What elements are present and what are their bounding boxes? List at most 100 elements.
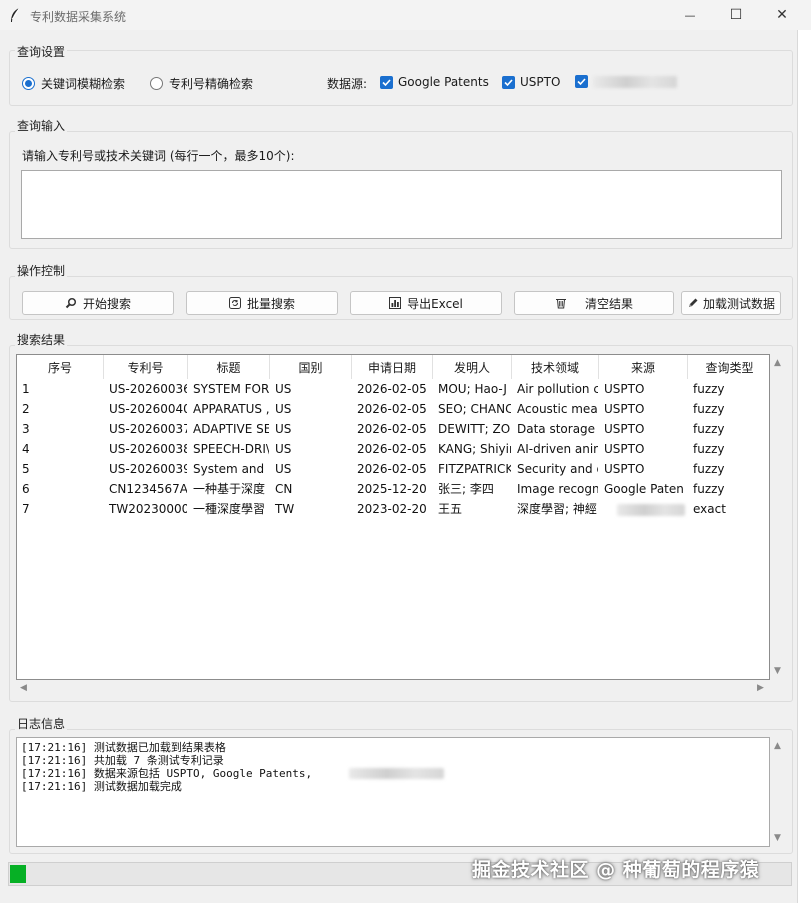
cell-tech-field: 深度學習; 神經 — [517, 502, 597, 516]
cell-patent-no: US-20260040 — [109, 402, 187, 416]
cell-index: 4 — [22, 442, 30, 456]
batch-search-button[interactable]: 批量搜索 — [186, 291, 338, 315]
results-horizontal-scrollbar[interactable]: ◀ ▶ — [16, 680, 770, 696]
radio-fuzzy-indicator[interactable] — [22, 77, 35, 90]
trash-icon — [555, 297, 567, 309]
check-icon[interactable] — [380, 75, 393, 89]
minimize-button[interactable]: — — [667, 0, 713, 30]
query-input-legend: 查询输入 — [15, 117, 68, 134]
column-header-source[interactable]: 来源 — [599, 355, 688, 379]
scroll-down-arrow-icon[interactable]: ▼ — [774, 833, 781, 843]
scroll-right-arrow-icon[interactable]: ▶ — [757, 683, 764, 693]
cell-inventor: 王五 — [438, 502, 463, 516]
load-test-data-button[interactable]: 加载测试数据 — [681, 291, 781, 315]
close-button[interactable]: ✕ — [759, 0, 805, 30]
export-excel-label: 导出Excel — [407, 296, 463, 311]
cell-index: 2 — [22, 402, 30, 416]
cell-query-type: fuzzy — [693, 382, 725, 396]
cell-patent-no: US-20260037 — [109, 422, 187, 436]
column-header-patent-no[interactable]: 专利号 — [104, 355, 188, 379]
column-header-application-date[interactable]: 申请日期 — [352, 355, 433, 379]
cell-patent-no: CN1234567A — [109, 482, 187, 496]
scroll-up-arrow-icon[interactable]: ▲ — [774, 741, 781, 751]
log-line: [17:21:16] 数据来源包括 USPTO, Google Patents, — [21, 767, 313, 780]
cell-index: 6 — [22, 482, 30, 496]
log-textbox[interactable]: [17:21:16] 测试数据已加载到结果表格 [17:21:16] 共加载 7… — [16, 737, 770, 847]
cell-tech-field: Image recogn — [517, 482, 598, 496]
watermark: 掘金技术社区 @ 种葡萄的程序猿 — [472, 859, 760, 881]
redacted-source-label — [593, 75, 677, 88]
source-google-patents-label: Google Patents — [398, 75, 489, 89]
cell-title: System and I — [193, 462, 269, 476]
cell-inventor: KANG; Shiyir — [438, 442, 511, 456]
column-header-tech-field[interactable]: 技术领域 — [512, 355, 599, 379]
check-icon[interactable] — [502, 75, 515, 89]
cell-application-date: 2025-12-20 — [357, 482, 427, 496]
log-vertical-scrollbar[interactable]: ▲ ▼ — [770, 737, 786, 847]
cell-country: TW — [275, 502, 295, 516]
cell-title: ADAPTIVE SE — [193, 422, 269, 436]
results-table[interactable]: 序号 专利号 标题 国别 申请日期 发明人 技术领域 来源 查询类型 1 US-2… — [16, 354, 770, 680]
cell-application-date: 2026-02-05 — [357, 442, 427, 456]
cell-country: US — [275, 402, 292, 416]
pencil-icon — [687, 297, 699, 309]
sources-label: 数据源: — [327, 77, 368, 91]
cell-index: 7 — [22, 502, 30, 516]
export-excel-button[interactable]: 导出Excel — [350, 291, 502, 315]
scroll-down-arrow-icon[interactable]: ▼ — [774, 666, 781, 676]
query-settings-legend: 查询设置 — [15, 43, 68, 60]
background-window-edge — [797, 30, 811, 903]
column-header-title[interactable]: 标题 — [188, 355, 270, 379]
cell-inventor: MOU; Hao-J — [438, 382, 507, 396]
source-redacted[interactable] — [575, 75, 677, 88]
cell-title: 一種深度學習 — [193, 502, 266, 516]
cell-application-date: 2026-02-05 — [357, 382, 427, 396]
cell-source: USPTO — [604, 462, 645, 476]
cell-inventor: SEO; CHANC — [438, 402, 511, 416]
cell-source: USPTO — [604, 402, 645, 416]
maximize-icon: ☐ — [729, 7, 743, 23]
refresh-icon — [228, 297, 241, 309]
cell-country: CN — [275, 482, 293, 496]
column-header-query-type[interactable]: 查询类型 — [688, 355, 769, 379]
search-icon — [65, 297, 77, 309]
column-header-country[interactable]: 国别 — [270, 355, 352, 379]
source-uspto[interactable]: USPTO — [502, 75, 560, 89]
column-header-index[interactable]: 序号 — [17, 355, 104, 379]
results-legend: 搜索结果 — [15, 331, 68, 348]
check-icon[interactable] — [575, 75, 588, 88]
cell-tech-field: Security and d — [517, 462, 598, 476]
start-search-label: 开始搜索 — [82, 296, 131, 311]
log-line: [17:21:16] 测试数据已加载到结果表格 — [21, 741, 226, 754]
load-test-data-label: 加载测试数据 — [702, 296, 775, 311]
scroll-left-arrow-icon[interactable]: ◀ — [20, 683, 27, 693]
close-icon: ✕ — [776, 7, 788, 23]
start-search-button[interactable]: 开始搜索 — [22, 291, 174, 315]
radio-fuzzy[interactable]: 关键词模糊检索 — [22, 75, 125, 92]
redacted-source-cell — [617, 504, 685, 516]
radio-exact-label: 专利号精确检索 — [169, 77, 254, 91]
column-header-inventor[interactable]: 发明人 — [433, 355, 512, 379]
cell-query-type: fuzzy — [693, 422, 725, 436]
clear-results-label: 清空结果 — [584, 296, 633, 311]
clear-results-button[interactable]: 清空结果 — [514, 291, 674, 315]
results-vertical-scrollbar[interactable]: ▲ ▼ — [770, 354, 786, 680]
log-line: [17:21:16] 共加载 7 条测试专利记录 — [21, 754, 224, 767]
radio-exact-indicator[interactable] — [150, 77, 163, 90]
cell-tech-field: Data storage ( — [517, 422, 598, 436]
source-uspto-label: USPTO — [520, 75, 561, 89]
controls-legend: 操作控制 — [15, 262, 68, 279]
maximize-button[interactable]: ☐ — [713, 0, 759, 30]
cell-country: US — [275, 382, 292, 396]
radio-exact[interactable]: 专利号精确检索 — [150, 75, 253, 92]
query-input-prompt: 请输入专利号或技术关键词 (每行一个，最多10个): — [22, 149, 295, 163]
cell-tech-field: Air pollution c — [517, 382, 598, 396]
query-textarea[interactable] — [21, 170, 782, 239]
source-google-patents[interactable]: Google Patents — [380, 75, 489, 89]
cell-application-date: 2023-02-20 — [357, 502, 427, 516]
cell-application-date: 2026-02-05 — [357, 422, 427, 436]
cell-tech-field: Acoustic meas — [517, 402, 598, 416]
cell-index: 1 — [22, 382, 30, 396]
scroll-up-arrow-icon[interactable]: ▲ — [774, 358, 781, 368]
cell-inventor: DEWITT; ZO — [438, 422, 511, 436]
